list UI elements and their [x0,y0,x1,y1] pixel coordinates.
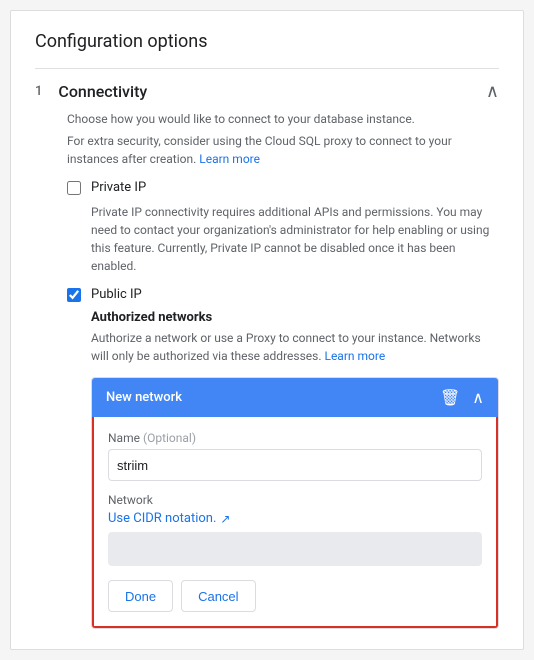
new-network-header: New network 🗑 ∧ [92,378,498,417]
authorized-networks-title: Authorized networks [91,310,499,325]
name-field-group: Name (Optional) [108,431,482,481]
delete-network-icon[interactable]: 🗑 [440,388,460,407]
section-body: Choose how you would like to connect to … [35,110,499,629]
page-container: Configuration options 1 Connectivity ∧ C… [10,10,524,650]
name-input[interactable] [108,449,482,481]
network-field-group: Network Use CIDR notation. ↗ [108,493,482,566]
cancel-button[interactable]: Cancel [181,580,255,612]
page-title: Configuration options [35,31,499,52]
authorized-networks-description: Authorize a network or use a Proxy to co… [91,329,499,365]
collapse-network-icon[interactable]: ∧ [472,388,484,407]
divider [35,68,499,69]
description-line1: Choose how you would like to connect to … [67,110,499,128]
button-row: Done Cancel [108,580,482,612]
section-header: 1 Connectivity ∧ [35,81,499,102]
private-ip-label: Private IP [91,180,146,195]
new-network-panel: New network 🗑 ∧ Name (Optional) [91,377,499,629]
learn-more-link-top[interactable]: Learn more [199,152,260,166]
use-cidr-link[interactable]: Use CIDR notation. [108,511,216,526]
name-label: Name (Optional) [108,431,482,445]
public-ip-label: Public IP [91,287,142,302]
new-network-title: New network [106,390,182,405]
authorized-networks: Authorized networks Authorize a network … [91,310,499,629]
new-network-body: Name (Optional) Network Use CIDR notatio… [92,417,498,628]
section-left: 1 Connectivity [35,82,147,101]
section-number: 1 [35,84,42,99]
new-network-actions: 🗑 ∧ [440,388,484,407]
external-link-icon: ↗ [220,512,230,526]
public-ip-checkbox[interactable] [67,288,81,302]
private-ip-checkbox[interactable] [67,181,81,195]
collapse-section-icon[interactable]: ∧ [486,81,499,102]
description-line2: For extra security, consider using the C… [67,132,499,168]
private-ip-description: Private IP connectivity requires additio… [91,203,499,275]
network-input[interactable] [108,532,482,566]
public-ip-section: Public IP Authorized networks Authorize … [67,287,499,629]
network-label: Network [108,493,482,507]
section-title: Connectivity [58,82,147,101]
public-ip-row: Public IP [67,287,499,302]
learn-more-link-authorized[interactable]: Learn more [324,349,385,363]
done-button[interactable]: Done [108,580,173,612]
network-link-row: Use CIDR notation. ↗ [108,511,482,526]
private-ip-row: Private IP [67,180,499,195]
